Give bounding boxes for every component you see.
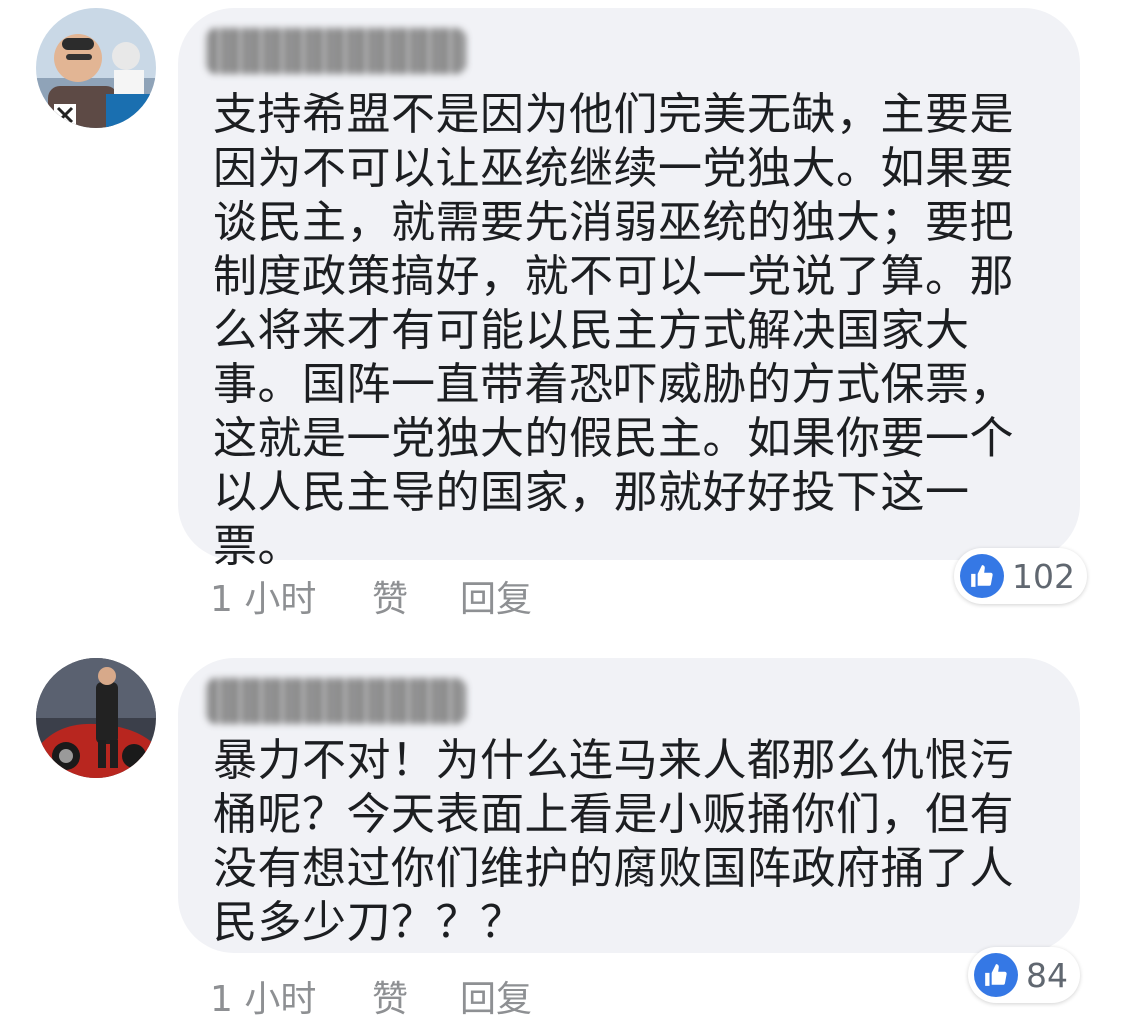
- reaction-summary[interactable]: 84: [968, 947, 1080, 1003]
- commenter-name-redacted[interactable]: [206, 28, 466, 74]
- commenter-name-redacted[interactable]: [206, 678, 466, 724]
- comment-text: 暴力不对！为什么连马来人都那么仇恨污桶呢？今天表面上看是小贩捅你们，但有没有想过…: [213, 735, 1014, 948]
- reaction-count: 102: [1012, 556, 1075, 596]
- comment-bubble: 支持希盟不是因为他们完美无缺，主要是因为不可以让巫统继续一党独大。如果要谈民主，…: [178, 8, 1080, 572]
- avatar[interactable]: [36, 8, 156, 128]
- comment-bubble: 暴力不对！为什么连马来人都那么仇恨污桶呢？今天表面上看是小贩捅你们，但有没有想过…: [178, 658, 1080, 953]
- thumbs-up-icon: [974, 953, 1018, 997]
- reply-button[interactable]: 回复: [460, 570, 532, 622]
- like-button[interactable]: 赞: [372, 970, 408, 1022]
- avatar-photo-icon: [36, 8, 156, 128]
- comment-2: 暴力不对！为什么连马来人都那么仇恨污桶呢？今天表面上看是小贩捅你们，但有没有想过…: [0, 650, 1125, 1030]
- avatar[interactable]: [36, 658, 156, 778]
- avatar-photo-icon: [36, 658, 156, 778]
- like-button[interactable]: 赞: [372, 570, 408, 622]
- thumbs-up-icon: [960, 554, 1004, 598]
- reaction-summary[interactable]: 102: [954, 548, 1087, 604]
- comment-1: 支持希盟不是因为他们完美无缺，主要是因为不可以让巫统继续一党独大。如果要谈民主，…: [0, 0, 1125, 620]
- reply-button[interactable]: 回复: [460, 970, 532, 1022]
- reaction-count: 84: [1026, 955, 1068, 995]
- comment-timestamp[interactable]: 1 小时: [210, 570, 316, 622]
- comment-timestamp[interactable]: 1 小时: [210, 970, 316, 1022]
- comment-text: 支持希盟不是因为他们完美无缺，主要是因为不可以让巫统继续一党独大。如果要谈民主，…: [213, 89, 1014, 572]
